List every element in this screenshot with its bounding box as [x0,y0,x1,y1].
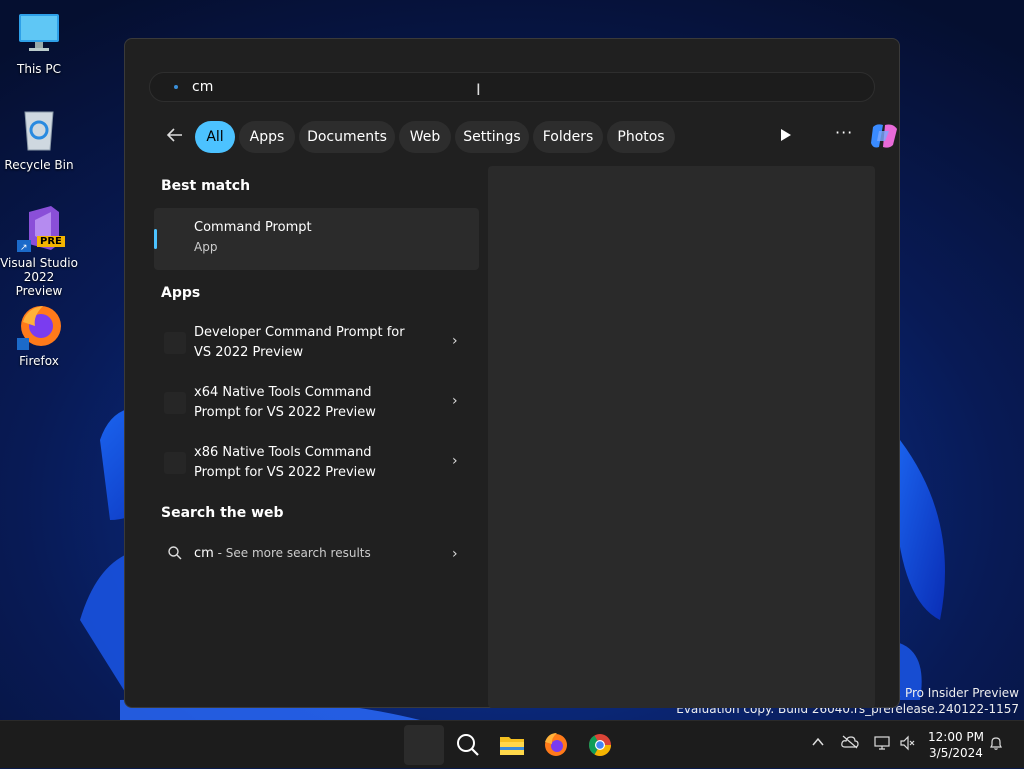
chevron-right-icon[interactable]: › [452,333,458,349]
app-result-line-2: VS 2022 Preview [194,345,304,360]
app-result-line-2: Prompt for VS 2022 Preview [194,465,376,480]
filter-apps[interactable]: Apps [239,121,295,153]
web-search-item[interactable]: cm - See more search results › [154,539,479,573]
clock-date: 3/5/2024 [929,746,983,760]
chevron-right-icon[interactable]: › [452,546,458,562]
app-icon [164,392,186,414]
desktop-icon-label: This PC [17,62,61,76]
back-button[interactable] [163,125,187,149]
app-result-line-1: x64 Native Tools Command [194,385,372,400]
app-result-line-1: Developer Command Prompt for [194,325,405,340]
search-flyout: I All Apps Documents Web Settings Folder… [124,38,900,708]
system-clock[interactable]: 12:00 PM 3/5/2024 [922,729,990,761]
recycle-bin-icon [15,106,63,154]
web-search-suffix: - See more search results [213,546,371,560]
app-icon [164,452,186,474]
taskbar: 12:00 PM 3/5/2024 [0,720,1024,768]
clock-time: 12:00 PM [928,730,984,744]
svg-text:↗: ↗ [20,243,28,252]
filter-documents[interactable]: Documents [299,121,395,153]
play-icon[interactable] [781,129,791,141]
app-result-title: x64 Native Tools Command Prompt for VS 2… [194,383,376,423]
filter-all[interactable]: All [195,121,235,153]
desktop-icon-label: Recycle Bin [4,158,74,172]
app-result-line-1: x86 Native Tools Command [194,445,372,460]
file-explorer-icon[interactable] [492,725,532,765]
desktop-icon-this-pc[interactable]: This PC [0,10,79,76]
apps-heading: Apps [161,285,201,301]
firefox-icon [15,302,63,350]
firefox-icon[interactable] [536,725,576,765]
search-icon [168,546,182,560]
network-icon[interactable] [872,735,892,755]
search-box[interactable]: I [149,72,875,102]
chevron-up-icon[interactable] [808,735,828,755]
app-result-item[interactable]: Developer Command Prompt for VS 2022 Pre… [154,315,479,373]
desktop-icon-firefox[interactable]: Firefox [0,302,79,368]
best-match-heading: Best match [161,178,251,194]
filter-web[interactable]: Web [399,121,451,153]
chevron-right-icon[interactable]: › [452,453,458,469]
filter-folders[interactable]: Folders [533,121,603,153]
copilot-icon[interactable] [867,121,901,151]
search-input[interactable] [192,78,792,96]
filter-settings[interactable]: Settings [455,121,529,153]
selection-indicator [154,229,157,249]
notification-bell-icon[interactable] [986,735,1006,755]
filter-photos[interactable]: Photos [607,121,675,153]
desktop-icon-label: Firefox [19,354,59,368]
chrome-icon[interactable] [580,725,620,765]
desktop-icon-visual-studio[interactable]: ↗ PRE Visual Studio 2022 Preview [0,204,79,298]
cloud-offline-icon[interactable] [840,735,860,755]
search-loading-icon [174,85,178,89]
arrow-left-icon [166,128,182,142]
app-result-title: x86 Native Tools Command Prompt for VS 2… [194,443,376,483]
chevron-right-icon[interactable]: › [452,393,458,409]
pre-badge: PRE [37,236,65,247]
visual-studio-icon: ↗ PRE [15,204,65,253]
search-icon[interactable] [448,725,488,765]
web-search-text: cm - See more search results [194,546,371,561]
app-result-item[interactable]: x64 Native Tools Command Prompt for VS 2… [154,375,479,433]
mouse-text-cursor-icon: I [476,80,481,99]
app-result-item[interactable]: x86 Native Tools Command Prompt for VS 2… [154,435,479,493]
preview-pane [488,166,875,708]
best-match-title: Command Prompt [194,220,312,235]
app-icon [164,332,186,354]
desktop-icon-label: Visual Studio 2022 Preview [0,256,78,298]
monitor-icon [15,10,63,58]
web-search-query: cm [194,546,214,561]
start-button[interactable] [404,725,444,765]
desktop-icon-recycle-bin[interactable]: Recycle Bin [0,106,79,172]
best-match-item[interactable]: Command Prompt App [154,208,479,270]
app-result-line-2: Prompt for VS 2022 Preview [194,405,376,420]
more-options-icon[interactable]: ··· [835,123,853,142]
best-match-subtitle: App [194,240,218,254]
volume-muted-icon[interactable] [898,735,918,755]
search-web-heading: Search the web [161,505,284,521]
app-result-title: Developer Command Prompt for VS 2022 Pre… [194,323,405,363]
